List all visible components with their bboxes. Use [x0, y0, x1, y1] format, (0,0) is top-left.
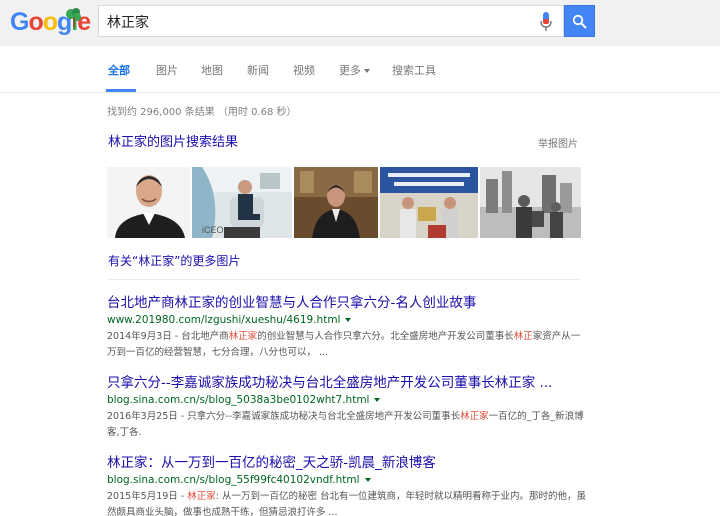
search-icon	[572, 14, 587, 29]
doodle-tree-icon	[66, 8, 81, 27]
search-button[interactable]	[564, 5, 595, 37]
search-result: 林正家：从一万到一百亿的秘密_天之骄-凯晨_新浪博客 blog.sina.com…	[107, 451, 587, 516]
microphone-icon[interactable]	[539, 12, 553, 32]
caret-down-icon[interactable]	[374, 398, 381, 402]
image-thumbnail[interactable]	[380, 167, 478, 238]
tab-search-tools[interactable]: 搜索工具	[392, 62, 436, 78]
image-thumbnail[interactable]	[107, 167, 190, 238]
caret-down-icon[interactable]	[364, 478, 371, 482]
result-stats: 找到约 296,000 条结果 （用时 0.68 秒）	[107, 107, 297, 118]
search-result: 只拿六分--李嘉诚家族成功秘决与台北全盛房地产开发公司董事长林正家 ... bl…	[107, 371, 587, 441]
result-url: blog.sina.com.cn/s/blog_55f99fc40102vndf…	[107, 474, 587, 486]
thumb-caption: iCEO	[202, 225, 224, 235]
result-url-text: blog.sina.com.cn/s/blog_55f99fc40102vndf…	[107, 474, 360, 486]
search-box	[98, 5, 564, 37]
google-logo[interactable]: Google	[10, 8, 91, 38]
snippet-text: 2015年5月19日 -	[107, 491, 188, 502]
caret-down-icon[interactable]	[345, 318, 352, 322]
tab-more[interactable]: 更多	[339, 62, 370, 78]
result-url-text: blog.sina.com.cn/s/blog_5038a3be0102wht7…	[107, 394, 370, 406]
snippet-text: 2014年9月3日 - 台北地产商	[107, 331, 229, 342]
result-title[interactable]: 林正家：从一万到一百亿的秘密_天之骄-凯晨_新浪博客	[107, 451, 587, 471]
image-thumbnail[interactable]	[480, 167, 581, 238]
active-tab-indicator	[106, 89, 136, 92]
tab-images[interactable]: 图片	[156, 62, 178, 78]
more-images-link[interactable]: 有关“林正家”的更多图片	[108, 252, 240, 269]
image-thumbnail[interactable]	[294, 167, 378, 238]
snippet-highlight: 林正家	[460, 411, 489, 422]
search-tabs: 全部 图片 地图 新闻 视频 更多 搜索工具	[0, 46, 720, 93]
result-title[interactable]: 只拿六分--李嘉诚家族成功秘决与台北全盛房地产开发公司董事长林正家 ...	[107, 371, 587, 391]
tab-all[interactable]: 全部	[108, 62, 130, 78]
snippet-text: 的创业智慧与人合作只拿六分。北全盛房地产开发公司董事长	[257, 331, 514, 342]
snippet-highlight: 林正	[513, 331, 533, 342]
snippet-highlight: 林正家	[187, 491, 216, 502]
tab-maps[interactable]: 地图	[201, 62, 223, 78]
image-thumbnail[interactable]: iCEO	[192, 167, 292, 238]
report-images-link[interactable]: 举报图片	[538, 135, 578, 150]
search-input[interactable]	[107, 12, 527, 32]
search-result: 台北地产商林正家的创业智慧与人合作只拿六分-名人创业故事 www.201980.…	[107, 291, 587, 361]
result-snippet: 2014年9月3日 - 台北地产商林正家的创业智慧与人合作只拿六分。北全盛房地产…	[107, 329, 587, 361]
image-results-heading[interactable]: 林正家的图片搜索结果	[108, 131, 238, 150]
tab-more-label: 更多	[339, 64, 361, 77]
result-snippet: 2015年5月19日 - 林正家: 从一万到一百亿的秘密 台北有一位建筑商，年轻…	[107, 489, 587, 516]
divider	[107, 279, 581, 280]
snippet-highlight: 林正家	[228, 331, 258, 342]
top-bar: Google	[0, 0, 720, 46]
snippet-text: 2016年3月25日 - 只拿六分--李嘉诚家族成功秘决与台北全盛房地产开发公司…	[107, 411, 461, 422]
result-url-text: www.201980.com/lzgushi/xueshu/4619.html	[107, 314, 341, 326]
result-url: www.201980.com/lzgushi/xueshu/4619.html	[107, 314, 587, 326]
tab-news[interactable]: 新闻	[247, 62, 269, 78]
result-title[interactable]: 台北地产商林正家的创业智慧与人合作只拿六分-名人创业故事	[107, 291, 587, 311]
result-url: blog.sina.com.cn/s/blog_5038a3be0102wht7…	[107, 394, 587, 406]
chevron-down-icon	[364, 69, 370, 73]
tab-videos[interactable]: 视频	[293, 62, 315, 78]
result-snippet: 2016年3月25日 - 只拿六分--李嘉诚家族成功秘决与台北全盛房地产开发公司…	[107, 409, 587, 441]
